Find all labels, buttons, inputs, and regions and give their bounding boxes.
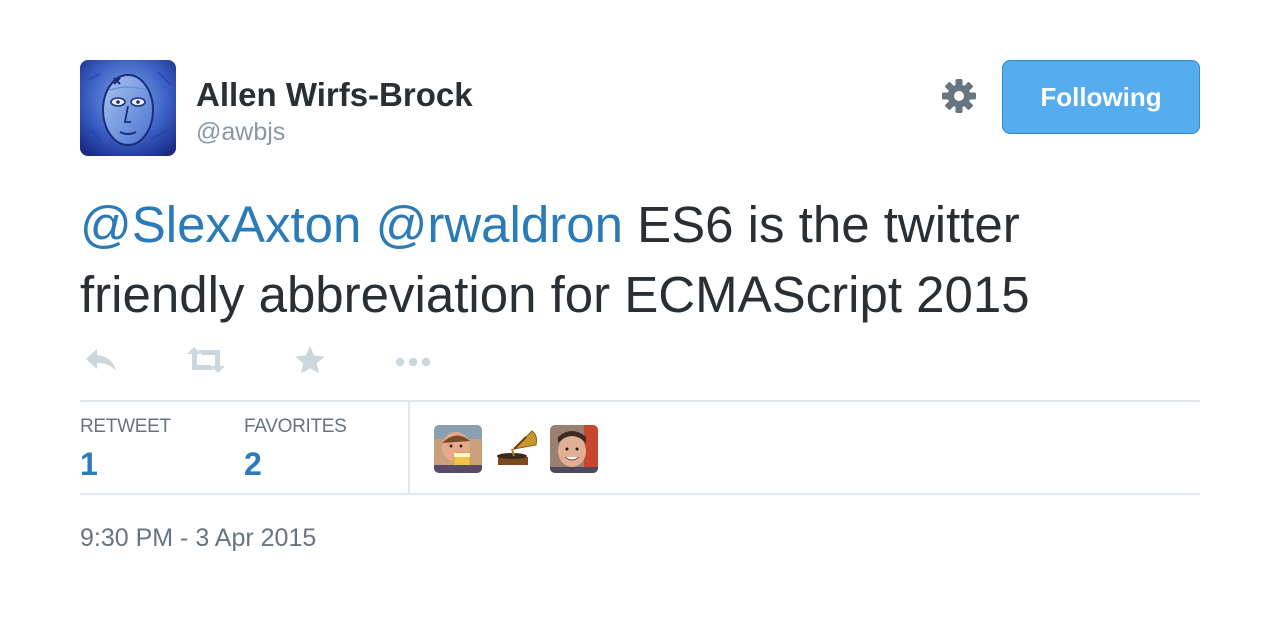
retweet-stat[interactable]: RETWEET 1 [80,416,171,483]
star-icon [295,346,325,374]
mention-link[interactable]: @SlexAxton [80,196,361,253]
favorites-count: 2 [244,446,262,482]
favorited-by-avatar[interactable] [434,425,482,473]
reply-icon [86,349,116,371]
ellipsis-icon [395,357,431,367]
smiling-man-avatar-icon [550,425,598,473]
retweet-button[interactable] [186,342,226,378]
person-with-beer-avatar-icon [434,425,482,473]
tweet-text: @SlexAxton @rwaldron ES6 is the twitter … [80,190,1190,330]
retweet-label: RETWEET [80,416,171,437]
mention-link[interactable]: @rwaldron [376,196,623,253]
author-avatar[interactable] [80,60,176,156]
tweet-timestamp[interactable]: 9:30 PM - 3 Apr 2015 [80,524,316,553]
retweet-icon [187,347,225,373]
gramophone-avatar-icon [492,425,540,473]
stats-divider [408,402,410,494]
favorites-stat[interactable]: FAVORITES 2 [244,416,347,483]
tweet-card: Allen Wirfs-Brock @awbjs Following @Slex… [0,0,1280,624]
author-handle[interactable]: @awbjs [196,118,285,147]
settings-button[interactable] [940,77,978,115]
retweet-count: 1 [80,446,98,482]
favorite-button[interactable] [294,342,326,378]
favorited-by-avatar[interactable] [550,425,598,473]
divider [80,400,1200,402]
blue-mask-face-avatar-icon [80,60,176,156]
favorites-label: FAVORITES [244,416,347,437]
more-options-button[interactable] [394,342,434,378]
following-button[interactable]: Following [1002,60,1200,134]
favorited-by-avatar[interactable] [492,425,540,473]
divider [80,493,1200,495]
reply-button[interactable] [84,342,118,378]
gear-icon [942,79,976,113]
author-name[interactable]: Allen Wirfs-Brock [196,76,473,114]
